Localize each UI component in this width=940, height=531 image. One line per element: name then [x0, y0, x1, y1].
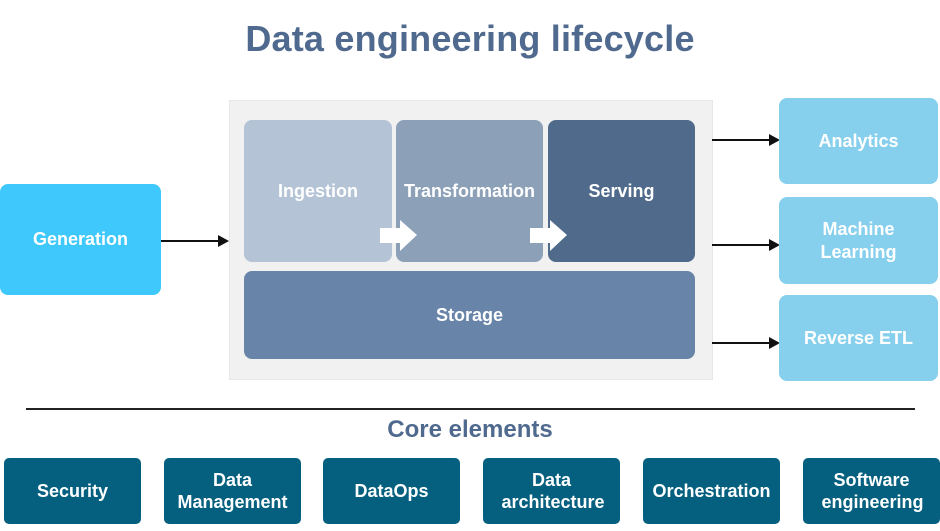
storage-box: Storage	[244, 271, 695, 359]
reverse-etl-arrow-line	[712, 342, 770, 344]
stage-ingestion: Ingestion	[244, 120, 392, 262]
core-item-dataops: DataOps	[323, 458, 460, 524]
core-item-label: Security	[36, 480, 109, 501]
diagram-title: Data engineering lifecycle	[245, 18, 695, 59]
stage-serving-label: Serving	[588, 181, 655, 201]
stage-transformation-label: Transformation	[403, 181, 536, 201]
generation-box: Generation	[0, 184, 161, 295]
section-divider	[26, 408, 915, 410]
core-item-software-engineering: Software engineering	[803, 458, 940, 524]
output-reverse-etl: Reverse ETL	[779, 295, 938, 381]
output-analytics-label: Analytics	[818, 130, 899, 151]
core-item-label: Orchestration	[652, 480, 771, 501]
output-machine-learning-label: Machine Learning	[820, 219, 897, 262]
core-item-label: DataOps	[354, 480, 429, 501]
generation-label: Generation	[32, 229, 129, 250]
core-item-orchestration: Orchestration	[643, 458, 780, 524]
stage-ingestion-label: Ingestion	[278, 181, 358, 201]
core-item-security: Security	[4, 458, 141, 524]
core-item-label: Software engineering	[821, 469, 924, 513]
output-machine-learning: Machine Learning	[779, 197, 938, 284]
generation-arrow-line	[161, 240, 219, 242]
stage-serving: Serving	[548, 120, 695, 262]
core-item-data-management: Data Management	[164, 458, 301, 524]
core-elements-title: Core elements	[387, 416, 553, 443]
output-reverse-etl-label: Reverse ETL	[803, 327, 914, 348]
core-item-label: Data Management	[177, 469, 288, 513]
analytics-arrow-line	[712, 139, 770, 141]
core-item-label: Data architecture	[501, 469, 605, 513]
ml-arrow-line	[712, 244, 770, 246]
transformation-to-serving-arrow-icon	[530, 220, 567, 251]
generation-arrow-head-icon	[218, 235, 229, 247]
ingestion-to-transformation-arrow-icon	[380, 220, 417, 251]
storage-label: Storage	[435, 304, 504, 325]
core-item-data-architecture: Data architecture	[483, 458, 620, 524]
output-analytics: Analytics	[779, 98, 938, 184]
